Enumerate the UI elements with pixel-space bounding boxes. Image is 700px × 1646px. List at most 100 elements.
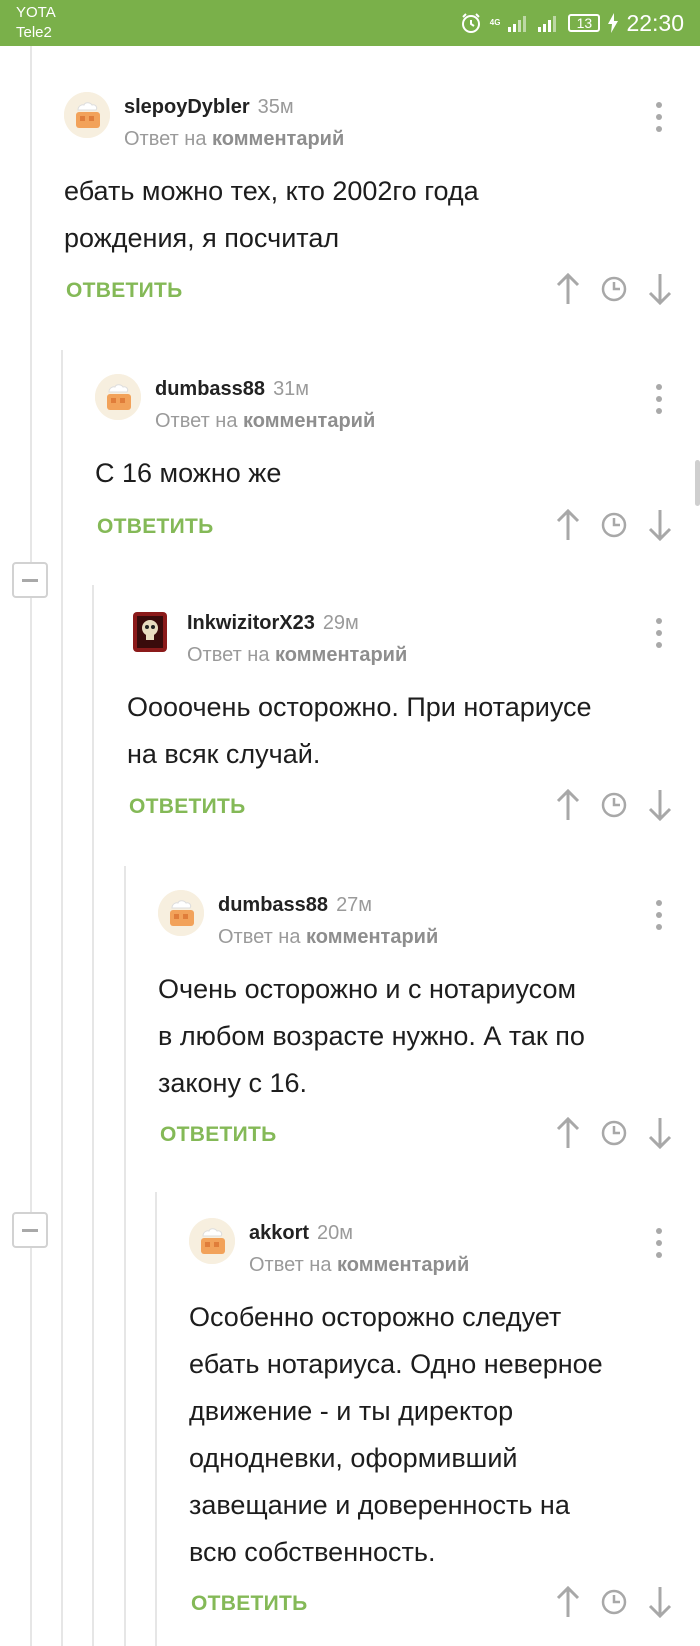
battery-indicator: 13 (568, 14, 601, 32)
comment-actions (554, 788, 674, 822)
comment-line: ебать можно тех, кто 2002го года (64, 176, 479, 206)
more-options-icon[interactable] (654, 102, 664, 132)
collapse-thread-button[interactable] (12, 1212, 48, 1248)
comment-line: Особенно осторожно следует (189, 1302, 562, 1332)
reply-to-link[interactable]: комментарий (337, 1254, 469, 1276)
minus-icon (22, 578, 38, 582)
comment-line: завещание и доверенность на (189, 1490, 570, 1520)
collapse-thread-button[interactable] (12, 562, 48, 598)
carrier-1: YOTA (16, 4, 56, 21)
reply-to[interactable]: Ответ на комментарий (155, 410, 375, 433)
network-type: 4G (489, 18, 501, 27)
more-options-icon[interactable] (654, 900, 664, 930)
reply-to[interactable]: Ответ на комментарий (187, 644, 407, 667)
comment-time: 31м (273, 378, 310, 400)
carrier-2: Tele2 (16, 24, 52, 41)
downvote-icon[interactable] (646, 1585, 674, 1619)
reply-to-prefix: Ответ на (187, 644, 270, 666)
comment-text: С 16 можно же (95, 450, 281, 497)
more-options-icon[interactable] (654, 1228, 664, 1258)
avatar[interactable] (189, 1218, 235, 1264)
comment-line: С 16 можно же (95, 458, 282, 488)
downvote-icon[interactable] (646, 272, 674, 306)
comment-author[interactable]: dumbass88 27м (218, 894, 372, 917)
more-options-icon[interactable] (654, 384, 664, 414)
username[interactable]: InkwizitorX23 (187, 612, 315, 634)
reply-button[interactable]: ОТВЕТИТЬ (129, 795, 246, 819)
username[interactable]: dumbass88 (218, 894, 328, 916)
comment-line: всю собственность. (189, 1537, 436, 1567)
comment-text: ебать можно тех, кто 2002го года рождени… (64, 168, 479, 262)
clock-icon[interactable] (600, 1116, 628, 1150)
comment-author[interactable]: dumbass88 31м (155, 378, 309, 401)
reply-to[interactable]: Ответ на комментарий (124, 128, 344, 151)
comment-line: в любом возрасте нужно. А так по (158, 1021, 585, 1051)
signal-icon (508, 14, 530, 32)
thread-line (92, 585, 94, 1646)
clock-icon[interactable] (600, 1585, 628, 1619)
comment-time: 35м (257, 96, 294, 118)
avatar[interactable] (95, 374, 141, 420)
upvote-icon[interactable] (554, 788, 582, 822)
reply-to[interactable]: Ответ на комментарий (249, 1254, 469, 1277)
reply-button[interactable]: ОТВЕТИТЬ (191, 1592, 308, 1616)
username[interactable]: dumbass88 (155, 378, 265, 400)
comment-time: 20м (317, 1222, 354, 1244)
upvote-icon[interactable] (554, 1116, 582, 1150)
avatar[interactable] (158, 890, 204, 936)
comment-author[interactable]: slepoyDybler 35м (124, 96, 294, 119)
upvote-icon[interactable] (554, 272, 582, 306)
reply-to-link[interactable]: комментарий (212, 128, 344, 150)
comment-actions (554, 1116, 674, 1150)
comment-actions (554, 508, 674, 542)
downvote-icon[interactable] (646, 788, 674, 822)
reply-button[interactable]: ОТВЕТИТЬ (97, 515, 214, 539)
comment-author[interactable]: InkwizitorX23 29м (187, 612, 359, 635)
comment-time: 27м (336, 894, 373, 916)
username[interactable]: akkort (249, 1222, 309, 1244)
upvote-icon[interactable] (554, 1585, 582, 1619)
avatar[interactable] (64, 92, 110, 138)
comment-line: движение - и ты директор (189, 1396, 514, 1426)
reply-to[interactable]: Ответ на комментарий (218, 926, 438, 949)
scrollbar-thumb[interactable] (695, 460, 700, 506)
thread-line (30, 46, 32, 1646)
comment-line: ебать нотариуса. Одно неверное (189, 1349, 603, 1379)
comment-actions (554, 272, 674, 306)
username[interactable]: slepoyDybler (124, 96, 250, 118)
reply-button[interactable]: ОТВЕТИТЬ (66, 279, 183, 303)
downvote-icon[interactable] (646, 508, 674, 542)
reply-to-prefix: Ответ на (249, 1254, 332, 1276)
avatar[interactable] (127, 608, 173, 654)
comment-time: 29м (322, 612, 359, 634)
reply-to-link[interactable]: комментарий (243, 410, 375, 432)
reply-to-link[interactable]: комментарий (275, 644, 407, 666)
reply-to-link[interactable]: комментарий (306, 926, 438, 948)
comment-text: Очень осторожно и с нотариусом в любом в… (158, 966, 585, 1107)
minus-icon (22, 1228, 38, 1232)
comment-text: Оооочень осторожно. При нотариусе на вся… (127, 684, 592, 778)
clock-icon[interactable] (600, 272, 628, 306)
comment-actions (554, 1585, 674, 1619)
reply-to-prefix: Ответ на (218, 926, 301, 948)
clock: 22:30 (626, 9, 684, 36)
thread-line (155, 1192, 157, 1646)
clock-icon[interactable] (600, 788, 628, 822)
thread-line (61, 350, 63, 1646)
upvote-icon[interactable] (554, 508, 582, 542)
reply-to-prefix: Ответ на (124, 128, 207, 150)
comment-author[interactable]: akkort 20м (249, 1222, 353, 1245)
comment-line: рождения, я посчитал (64, 223, 340, 253)
downvote-icon[interactable] (646, 1116, 674, 1150)
comment-line: однодневки, оформивший (189, 1443, 518, 1473)
thread-line (124, 866, 126, 1646)
reply-to-prefix: Ответ на (155, 410, 238, 432)
reply-button[interactable]: ОТВЕТИТЬ (160, 1123, 277, 1147)
status-bar: YOTA Tele2 4G 13 22:30 (0, 0, 700, 46)
comment-line: закону с 16. (158, 1068, 307, 1098)
charging-icon (608, 13, 619, 33)
more-options-icon[interactable] (654, 618, 664, 648)
comment-line: на всяк случай. (127, 739, 321, 769)
signal-icon-2 (538, 14, 560, 32)
clock-icon[interactable] (600, 508, 628, 542)
